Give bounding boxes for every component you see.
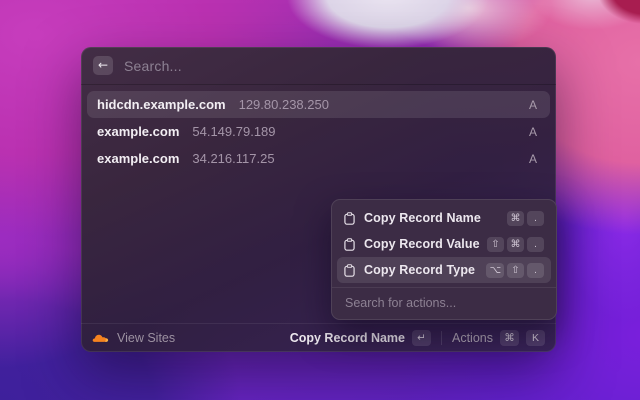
launcher-window: ← Search... hidcdn.example.com 129.80.23…: [81, 47, 556, 352]
clipboard-icon: [344, 264, 355, 277]
option-key: ⌥: [486, 263, 504, 278]
actions-button[interactable]: Actions: [452, 331, 493, 345]
period-key: .: [527, 211, 544, 226]
cmd-key: ⌘: [507, 211, 524, 226]
record-type-badge: A: [529, 125, 540, 139]
record-type-badge: A: [529, 98, 540, 112]
shift-key: ⇧: [507, 263, 524, 278]
view-sites-label: View Sites: [117, 331, 175, 345]
shortcut-keys: ⇧⌘.: [487, 237, 544, 252]
shift-key: ⇧: [487, 237, 504, 252]
record-type-badge: A: [529, 152, 540, 166]
action-item-copy-record-type[interactable]: Copy Record Type ⌥⇧.: [337, 257, 551, 283]
record-value: 54.149.79.189: [192, 124, 275, 139]
period-key: .: [527, 237, 544, 252]
shortcut-keys: ⌥⇧.: [486, 263, 544, 278]
record-row[interactable]: example.com 34.216.117.25 A: [87, 145, 550, 172]
search-header: ← Search...: [81, 47, 556, 85]
action-label: Copy Record Name: [364, 211, 481, 225]
record-name: example.com: [97, 151, 179, 166]
shortcut-keys: ⌘.: [507, 211, 544, 226]
footer-bar: View Sites Copy Record Name ↵ Actions ⌘ …: [81, 323, 556, 352]
footer-extension[interactable]: View Sites: [92, 331, 175, 345]
action-label: Copy Record Type: [364, 263, 475, 277]
action-search-input[interactable]: Search for actions...: [337, 288, 551, 319]
cmd-key: ⌘: [500, 330, 519, 346]
footer-actions: Copy Record Name ↵ Actions ⌘ K: [290, 330, 545, 346]
primary-action-label[interactable]: Copy Record Name: [290, 331, 405, 345]
period-key: .: [527, 263, 544, 278]
back-arrow-icon: ←: [98, 56, 108, 75]
clipboard-icon: [344, 212, 355, 225]
clipboard-icon: [344, 238, 355, 251]
cloudflare-icon: [92, 333, 109, 343]
record-value: 34.216.117.25: [192, 151, 274, 166]
action-panel: Copy Record Name ⌘. Copy Record Value ⇧⌘…: [331, 199, 557, 320]
record-name: hidcdn.example.com: [97, 97, 226, 112]
record-name: example.com: [97, 124, 179, 139]
record-value: 129.80.238.250: [239, 97, 329, 112]
k-key: K: [526, 330, 545, 346]
action-item-copy-record-value[interactable]: Copy Record Value ⇧⌘.: [337, 231, 551, 257]
action-item-copy-record-name[interactable]: Copy Record Name ⌘.: [337, 205, 551, 231]
footer-divider: [441, 331, 442, 345]
record-row[interactable]: example.com 54.149.79.189 A: [87, 118, 550, 145]
record-row[interactable]: hidcdn.example.com 129.80.238.250 A: [87, 91, 550, 118]
return-key: ↵: [412, 330, 431, 346]
back-button[interactable]: ←: [93, 56, 113, 75]
search-input[interactable]: Search...: [124, 58, 182, 74]
cmd-key: ⌘: [507, 237, 524, 252]
action-label: Copy Record Value: [364, 237, 480, 251]
